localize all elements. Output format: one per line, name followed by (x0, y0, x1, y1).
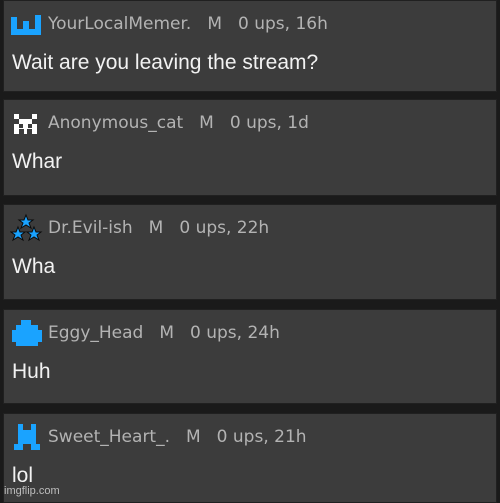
comment-meta: 0 ups, 24h (190, 323, 280, 343)
blue-figure-icon[interactable] (10, 422, 46, 452)
imgflip-watermark: imgflip.com (4, 485, 60, 497)
comment-text: Whar (12, 150, 63, 173)
mod-button[interactable]: M (159, 323, 174, 343)
comment-header: Sweet_Heart_. M 0 ups, 21h (10, 422, 307, 452)
blue-blob-icon[interactable] (10, 318, 46, 348)
star-triangle-icon[interactable] (10, 213, 46, 243)
comment-item: Dr.Evil-ish M 0 ups, 22h Wha (3, 204, 497, 300)
comment-header: Anonymous_cat M 0 ups, 1d (10, 108, 309, 138)
comment-meta: 0 ups, 1d (229, 113, 309, 133)
username-link[interactable]: YourLocalMemer. (48, 14, 191, 34)
username-link[interactable]: Sweet_Heart_. (48, 427, 170, 447)
comment-item: Anonymous_cat M 0 ups, 1d Whar (3, 99, 497, 196)
mod-button[interactable]: M (186, 427, 201, 447)
comment-meta: 0 ups, 21h (216, 427, 307, 447)
comment-header: Eggy_Head M 0 ups, 24h (10, 318, 280, 348)
pixel-cat-icon[interactable] (10, 108, 46, 138)
comment-item: Sweet_Heart_. M 0 ups, 21h lol (3, 413, 497, 503)
comment-header: YourLocalMemer. M 0 ups, 16h (10, 9, 328, 39)
blue-bars-icon[interactable] (10, 9, 46, 39)
comment-text: Wait are you leaving the stream? (12, 51, 319, 74)
mod-button[interactable]: M (207, 14, 222, 34)
comment-item: Eggy_Head M 0 ups, 24h Huh (3, 309, 497, 404)
comment-meta: 0 ups, 16h (238, 14, 328, 34)
mod-button[interactable]: M (149, 218, 164, 238)
comment-text: Huh (12, 360, 51, 383)
comment-meta: 0 ups, 22h (179, 218, 270, 238)
username-link[interactable]: Eggy_Head (48, 323, 143, 343)
comment-header: Dr.Evil-ish M 0 ups, 22h (10, 213, 269, 243)
username-link[interactable]: Dr.Evil-ish (48, 218, 133, 238)
mod-button[interactable]: M (199, 113, 214, 133)
comment-text: Wha (12, 255, 56, 278)
comment-item: YourLocalMemer. M 0 ups, 16h Wait are yo… (3, 0, 497, 92)
comment-feed: YourLocalMemer. M 0 ups, 16h Wait are yo… (0, 0, 500, 503)
username-link[interactable]: Anonymous_cat (48, 113, 183, 133)
